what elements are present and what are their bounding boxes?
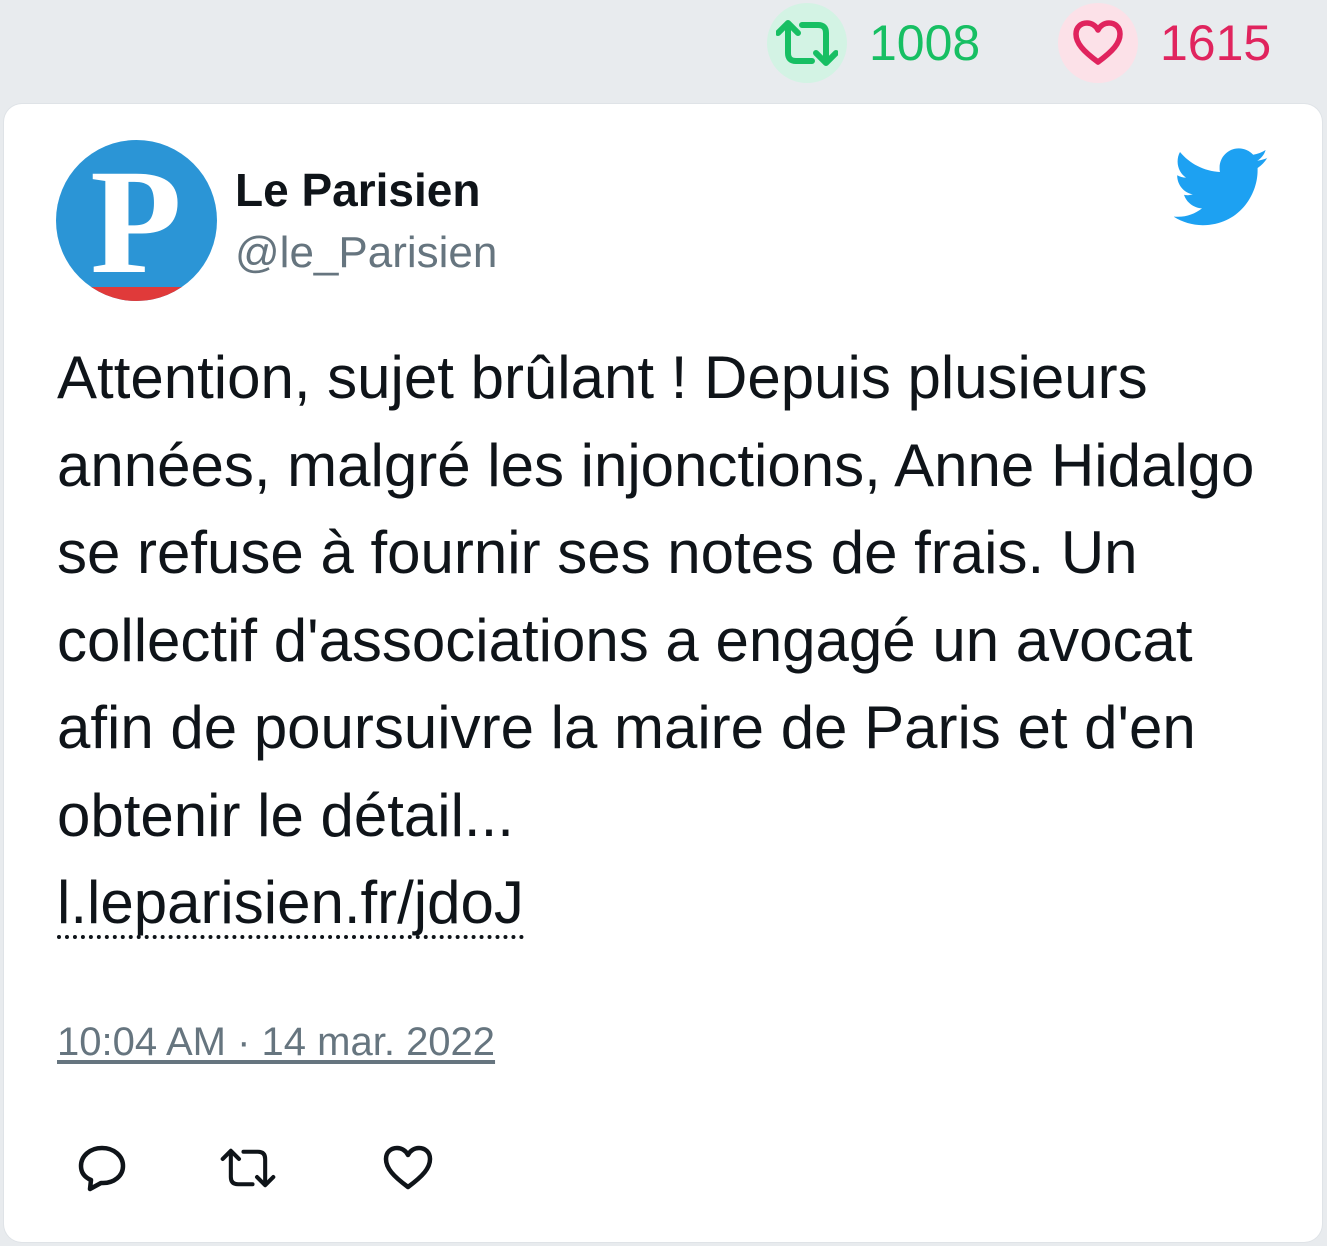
- author-handle[interactable]: @le_Parisien: [235, 228, 497, 279]
- retweet-stat-bubble: [767, 3, 847, 83]
- le-parisien-logo-icon: P: [56, 140, 217, 301]
- retweet-icon: [220, 1148, 276, 1188]
- tweet-card: P Le Parisien @le_Parisien Attention, su…: [4, 104, 1322, 1242]
- tweet-link[interactable]: l.leparisien.fr/jdoJ: [57, 873, 524, 939]
- retweet-icon: [776, 20, 838, 66]
- like-count: 1615: [1160, 15, 1272, 71]
- tweet-body: Attention, sujet brûlant ! Depuis plusie…: [57, 344, 1255, 849]
- tweet-timestamp[interactable]: 10:04 AM · 14 mar. 2022: [57, 1020, 495, 1065]
- avatar[interactable]: P: [56, 140, 217, 301]
- reply-icon: [78, 1145, 126, 1192]
- heart-icon: [383, 1145, 433, 1190]
- like-stat-bubble: [1058, 3, 1138, 83]
- twitter-bird-icon[interactable]: [1174, 148, 1270, 228]
- tweet-text: Attention, sujet brûlant ! Depuis plusie…: [57, 334, 1287, 947]
- svg-text:P: P: [90, 140, 182, 301]
- author-name[interactable]: Le Parisien: [235, 164, 480, 217]
- retweet-stat[interactable]: 1008: [767, 2, 980, 84]
- retweet-count: 1008: [869, 15, 981, 71]
- engagement-stats: 1008 1615: [0, 0, 1327, 96]
- like-button[interactable]: [380, 1140, 436, 1196]
- retweet-button[interactable]: [220, 1140, 276, 1196]
- tweet-embed-page: 1008 1615 P Le Parisien @le_Parisien Att…: [0, 0, 1327, 1246]
- reply-button[interactable]: [74, 1140, 130, 1196]
- like-stat[interactable]: 1615: [1058, 2, 1271, 84]
- heart-icon: [1073, 20, 1123, 65]
